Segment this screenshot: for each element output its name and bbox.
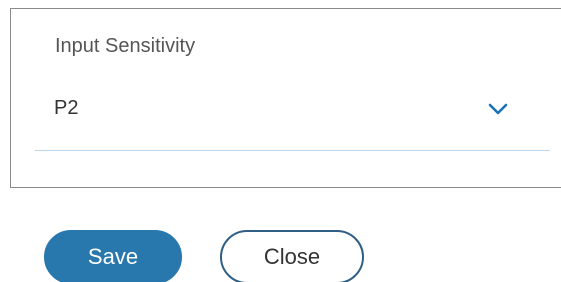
chevron-down-icon[interactable] xyxy=(487,101,509,117)
settings-panel: Input Sensitivity P2 xyxy=(10,8,561,188)
input-sensitivity-label: Input Sensitivity xyxy=(55,35,196,57)
close-button[interactable]: Close xyxy=(220,230,364,282)
input-sensitivity-select[interactable]: P2 xyxy=(35,81,550,151)
save-button[interactable]: Save xyxy=(44,230,182,282)
dialog-root: Input Sensitivity P2 Save Close xyxy=(0,0,561,282)
select-value: P2 xyxy=(54,97,79,119)
